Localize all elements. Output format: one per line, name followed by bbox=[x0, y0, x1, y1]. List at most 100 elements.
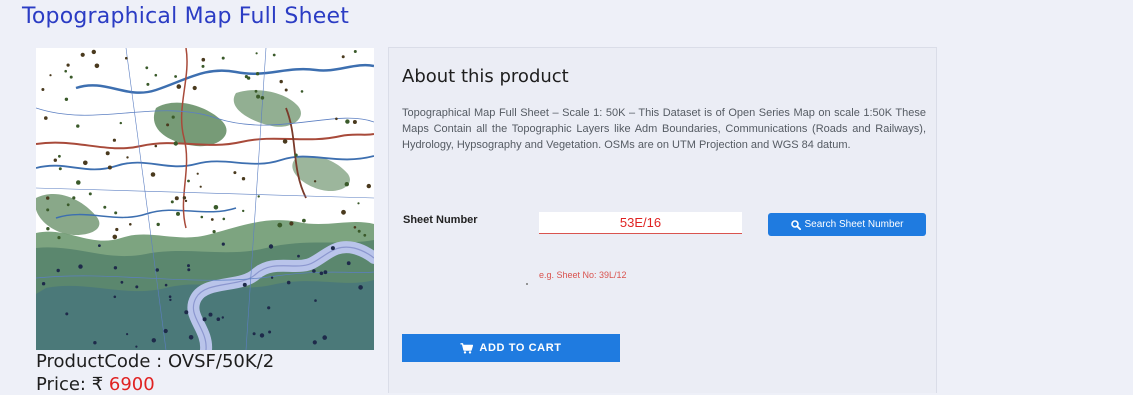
map-settlement-dot bbox=[319, 271, 324, 276]
map-settlement-dot bbox=[151, 338, 156, 343]
map-settlement-dot bbox=[277, 222, 283, 228]
map-settlement-dot bbox=[222, 217, 226, 221]
map-settlement-dot bbox=[53, 158, 57, 162]
map-settlement-dot bbox=[363, 233, 367, 237]
map-settlement-dot bbox=[257, 195, 260, 198]
map-settlement-dot bbox=[187, 264, 190, 268]
map-settlement-dot bbox=[212, 230, 216, 234]
map-settlement-dot bbox=[78, 264, 83, 269]
product-details-panel: About this product Topographical Map Ful… bbox=[388, 47, 937, 393]
map-settlement-dot bbox=[76, 124, 80, 128]
map-settlement-dot bbox=[166, 123, 170, 127]
map-settlement-dot bbox=[221, 316, 224, 319]
map-settlement-dot bbox=[114, 211, 118, 215]
sheet-number-input[interactable] bbox=[539, 212, 742, 234]
map-settlement-dot bbox=[72, 196, 76, 200]
map-settlement-dot bbox=[313, 180, 317, 183]
map-settlement-dot bbox=[44, 116, 48, 120]
map-settlement-dot bbox=[294, 153, 298, 157]
map-settlement-dot bbox=[83, 160, 88, 166]
map-settlement-dot bbox=[279, 79, 283, 84]
map-settlement-dot bbox=[210, 218, 214, 221]
sheet-number-hint: e.g. Sheet No: 39L/12 bbox=[539, 270, 627, 280]
map-settlement-dot bbox=[352, 120, 357, 124]
map-settlement-dot bbox=[129, 223, 132, 226]
search-sheet-label: Search Sheet Number bbox=[804, 219, 904, 230]
map-settlement-dot bbox=[341, 209, 346, 215]
map-settlement-dot bbox=[46, 227, 50, 231]
map-settlement-dot bbox=[200, 215, 204, 219]
map-settlement-dot bbox=[176, 211, 180, 216]
map-settlement-dot bbox=[312, 269, 316, 273]
map-settlement-dot bbox=[272, 53, 276, 57]
map-settlement-dot bbox=[335, 117, 338, 121]
search-sheet-button[interactable]: Search Sheet Number bbox=[768, 213, 926, 236]
map-settlement-dot bbox=[358, 285, 363, 290]
map-settlement-dot bbox=[112, 138, 116, 142]
map-settlement-dot bbox=[242, 282, 247, 287]
map-settlement-dot bbox=[49, 74, 52, 77]
map-settlement-dot bbox=[188, 335, 194, 340]
map-settlement-dot bbox=[202, 317, 207, 322]
map-settlement-dot bbox=[366, 183, 371, 189]
map-settlement-dot bbox=[184, 199, 188, 203]
map-settlement-dot bbox=[146, 82, 150, 86]
product-description: Topographical Map Full Sheet – Scale 1: … bbox=[402, 107, 926, 151]
map-settlement-dot bbox=[330, 246, 335, 251]
cart-icon bbox=[460, 342, 474, 354]
map-settlement-dot bbox=[284, 88, 288, 92]
map-settlement-dot bbox=[103, 205, 107, 209]
map-settlement-dot bbox=[353, 226, 357, 229]
map-settlement-dot bbox=[88, 192, 92, 196]
map-settlement-dot bbox=[163, 328, 168, 334]
currency-symbol: ₹ bbox=[91, 374, 104, 395]
map-settlement-dot bbox=[201, 64, 205, 68]
map-settlement-dot bbox=[201, 57, 206, 62]
decorative-dot bbox=[526, 283, 528, 285]
map-settlement-dot bbox=[344, 182, 349, 187]
map-settlement-dot bbox=[66, 63, 70, 67]
map-settlement-dot bbox=[171, 115, 175, 119]
map-settlement-dot bbox=[196, 172, 199, 175]
map-settlement-dot bbox=[154, 73, 158, 77]
map-settlement-dot bbox=[297, 254, 300, 258]
map-settlement-dot bbox=[69, 75, 73, 79]
map-settlement-dot bbox=[255, 72, 260, 76]
product-map-image bbox=[36, 48, 374, 350]
add-to-cart-button[interactable]: ADD TO CART bbox=[402, 334, 620, 362]
map-settlement-dot bbox=[65, 312, 69, 316]
map-settlement-dot bbox=[312, 340, 317, 345]
map-settlement-dot bbox=[91, 49, 96, 55]
map-settlement-dot bbox=[168, 295, 172, 298]
map-settlement-dot bbox=[56, 268, 60, 273]
map-settlement-dot bbox=[145, 66, 149, 70]
map-settlement-dot bbox=[260, 96, 265, 100]
map-settlement-dot bbox=[173, 141, 178, 146]
map-settlement-dot bbox=[58, 154, 61, 158]
map-settlement-dot bbox=[268, 330, 272, 334]
map-settlement-dot bbox=[119, 121, 123, 125]
map-settlement-dot bbox=[94, 63, 100, 69]
map-settlement-dot bbox=[66, 203, 70, 207]
product-code-value: OVSF/50K/2 bbox=[167, 351, 275, 372]
map-settlement-dot bbox=[174, 196, 179, 201]
map-settlement-dot bbox=[135, 285, 139, 289]
map-settlement-dot bbox=[233, 171, 237, 175]
map-settlement-dot bbox=[64, 97, 69, 101]
map-settlement-dot bbox=[98, 244, 101, 248]
map-settlement-dot bbox=[192, 85, 197, 91]
map-settlement-dot bbox=[182, 196, 187, 200]
map-settlement-dot bbox=[155, 268, 159, 272]
map-settlement-dot bbox=[323, 270, 328, 275]
map-settlement-dot bbox=[150, 172, 156, 177]
map-settlement-dot bbox=[254, 89, 258, 93]
map-settlement-dot bbox=[187, 179, 190, 183]
map-settlement-dot bbox=[314, 299, 317, 302]
price-value: 6900 bbox=[108, 374, 155, 395]
map-settlement-dot bbox=[170, 200, 174, 204]
map-settlement-dot bbox=[105, 151, 110, 156]
map-settlement-dot bbox=[64, 69, 67, 73]
map-settlement-dot bbox=[268, 244, 274, 249]
about-heading: About this product bbox=[402, 66, 569, 87]
price-label: Price: bbox=[36, 374, 92, 395]
